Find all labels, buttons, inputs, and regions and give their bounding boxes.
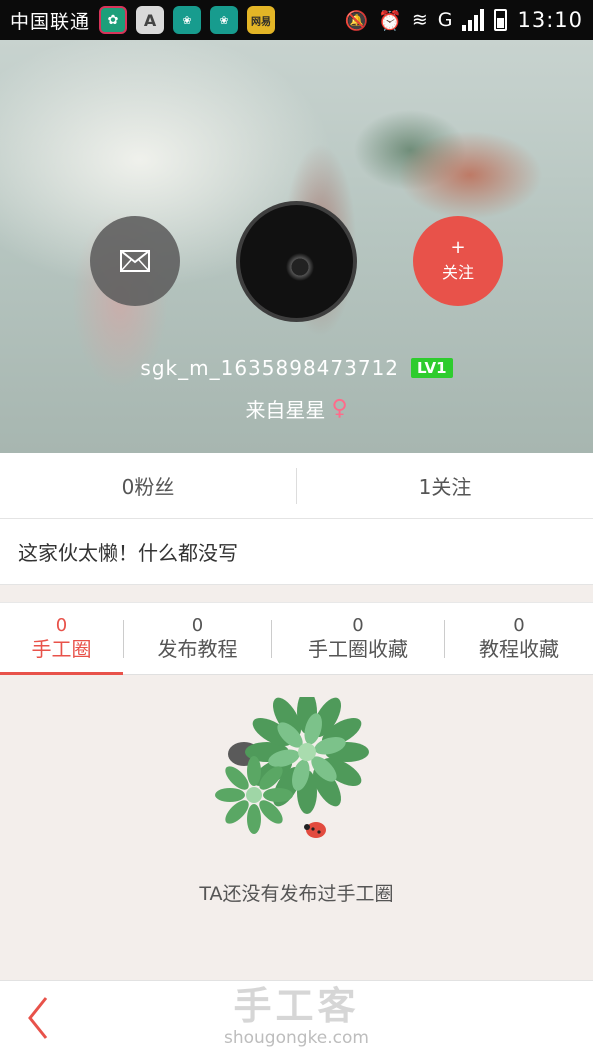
tab-count: 0 <box>191 614 204 636</box>
tab-circle-favorites[interactable]: 0 手工圈收藏 <box>272 602 444 675</box>
huawei-app-icon-2: ❀ <box>210 6 239 34</box>
following-count[interactable]: 1关注 <box>297 471 593 500</box>
tab-published-tutorials[interactable]: 0 发布教程 <box>124 602 271 675</box>
location-text: 来自星星 <box>245 398 326 422</box>
content-tabs: 0 手工圈 0 发布教程 0 手工圈收藏 0 教程收藏 <box>0 602 593 676</box>
follow-label: 关注 <box>441 263 474 282</box>
bio-text: 这家伙太懒！什么都没写 <box>0 519 593 585</box>
mute-icon: 🔕 <box>344 9 369 32</box>
netease-app-icon: 网易 <box>247 6 276 34</box>
female-icon: ♀ <box>331 396 348 421</box>
tab-label: 教程收藏 <box>479 636 559 661</box>
tab-label: 发布教程 <box>157 636 238 661</box>
plus-icon: + <box>450 237 466 258</box>
profile-header: + 关注 sgk_m_1635898473712 LV1 来自星星 ♀ <box>0 40 593 453</box>
tab-label: 手工圈 <box>31 636 92 661</box>
stats-bar: 0粉丝 1关注 <box>0 453 593 519</box>
battery-icon <box>494 9 508 31</box>
carrier-name: 中国联通 <box>10 10 91 33</box>
tab-label: 手工圈收藏 <box>308 636 408 661</box>
empty-message: TA还没有发布过手工圈 <box>199 883 394 905</box>
brand-url: shougongke.com <box>224 1028 369 1048</box>
app-notification-icon: ✿ <box>99 6 128 34</box>
envelope-icon <box>120 250 150 272</box>
avatar[interactable] <box>236 201 357 322</box>
follow-button[interactable]: + 关注 <box>413 216 503 306</box>
bottom-bar: 手工客 shougongke.com <box>0 980 593 1054</box>
status-bar: 中国联通 ✿ A ❀ ❀ 网易 🔕 ⏰ ≋ G 13:10 <box>0 0 593 40</box>
signal-icon <box>462 9 485 31</box>
wifi-icon: ≋ <box>411 9 428 31</box>
tab-count: 0 <box>513 614 525 636</box>
tab-count: 0 <box>55 614 68 636</box>
tab-tutorial-favorites[interactable]: 0 教程收藏 <box>445 602 593 675</box>
username: sgk_m_1635898473712 <box>140 356 400 380</box>
empty-state: TA还没有发布过手工圈 <box>0 675 593 980</box>
brand-name: 手工客 <box>233 984 360 1028</box>
tab-handcraft-circle[interactable]: 0 手工圈 <box>0 602 123 676</box>
fans-count[interactable]: 0粉丝 <box>0 471 296 500</box>
app-a-icon: A <box>136 6 165 34</box>
succulent-illustration <box>215 697 369 838</box>
huawei-app-icon: ❀ <box>173 6 202 34</box>
level-badge: LV1 <box>411 358 453 378</box>
tab-count: 0 <box>352 614 364 636</box>
clock: 13:10 <box>517 8 583 32</box>
brand-watermark: 手工客 shougongke.com <box>0 985 593 1049</box>
message-button[interactable] <box>90 216 180 306</box>
alarm-icon: ⏰ <box>378 9 402 32</box>
network-type: G <box>437 9 453 31</box>
